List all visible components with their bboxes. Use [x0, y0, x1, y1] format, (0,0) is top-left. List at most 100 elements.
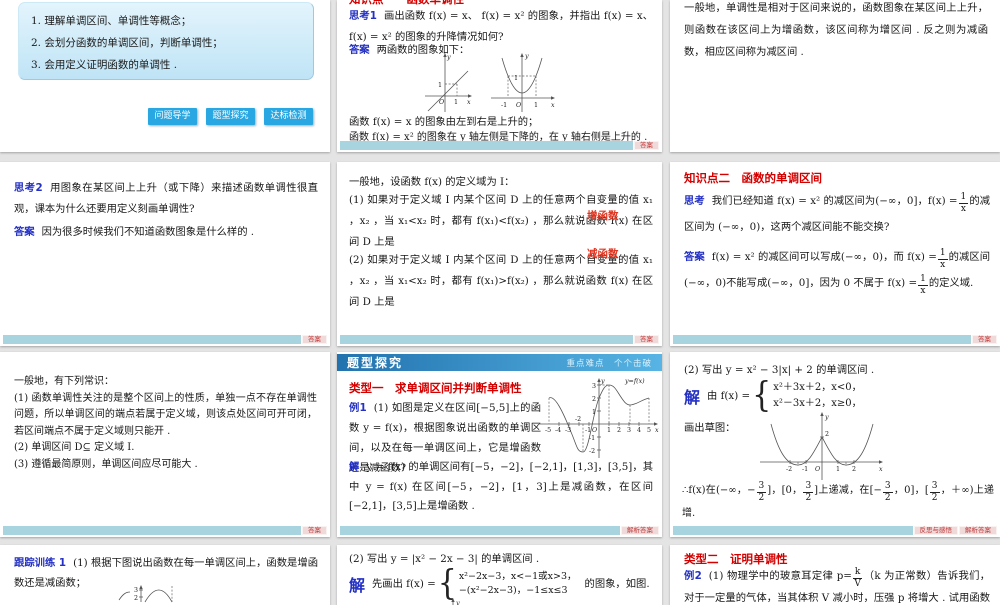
piecewise-cases: x²＋3x＋2，x<0， x²－3x＋2，x≥0，	[773, 380, 861, 412]
slide-knowledge1-think1: 知识点一 函数单调性 思考1画出函数 f(x) = x、 f(x) = x² 的…	[337, 0, 662, 152]
answer-text: 因为很多时候我们不知道函数图象是什么样的 .	[42, 226, 254, 238]
tick-label: 3	[134, 587, 138, 594]
graph-example1-curve: y x O y=f(x) -5 -4 -3 -1 -2 1 2 3 4 5 3 …	[537, 372, 662, 462]
solution-text: y = f(x) 的单调区间有[−5，−2]，[−2,1]，[1,3]，[3,5…	[349, 461, 653, 512]
slide-footer: 答案	[3, 335, 327, 344]
tick-label: -2	[786, 466, 792, 473]
tick-label: -5	[545, 427, 551, 434]
fraction-1-over-x: 1x	[918, 275, 928, 296]
graph-identity-function: y O 1 1 x	[423, 50, 475, 114]
answer-button[interactable]: 答案	[302, 526, 327, 535]
fraction-1-over-x: 1x	[959, 193, 969, 214]
conclusion-part4: ，0]，[	[894, 485, 929, 496]
nav-button-tixing-tanjiu[interactable]: 题型探究	[206, 108, 255, 125]
think1-question: 画出函数 f(x) = x、 f(x) = x² 的图象，并指出 f(x) = …	[349, 10, 653, 43]
part2-question: (2) 写出 y = |x² − 2x − 3| 的单调区间 .	[349, 549, 653, 570]
fraction-3-over-2: 32	[803, 482, 813, 503]
tick-label: 5	[647, 427, 651, 434]
think1-label: 思考1	[349, 10, 377, 22]
piecewise-cases: x²−2x−3，x<−1或x>3， −(x²−2x−3)，−1≤x≤3	[459, 570, 577, 598]
answer-label: 答案	[684, 251, 705, 263]
slide-definition-fill-blank: 一般地，设函数 f(x) 的定义域为 I： (1) 如果对于定义域 I 内某个区…	[337, 162, 662, 346]
slide-monotonic-definition-text: 一般地，单调性是相对于区间来说的，函数图象在某区间上上升，则函数在该区间上为增函…	[670, 0, 1000, 152]
conclusion-part3: ]上递减，在[−	[814, 485, 882, 496]
nav-button-dabiao-jiance[interactable]: 达标检测	[264, 108, 313, 125]
graph-w-curve: y x O 2 -2 -1 1 2	[758, 410, 888, 482]
axis-label-y: y	[446, 54, 451, 61]
fraction-3-over-2: 32	[883, 482, 893, 503]
slide-footer: 答案	[673, 335, 997, 344]
blank-line: ．	[349, 293, 358, 314]
case-1: x²＋3x＋2，x<0，	[773, 380, 861, 396]
goal-item: 1. 理解单调区间、单调性等概念；	[31, 10, 301, 32]
answer-button[interactable]: 答案	[634, 141, 659, 150]
slide-sorter-page: { "colors":{"accent_red":"#d40000","labe…	[0, 0, 1000, 600]
footer-bar	[3, 526, 301, 535]
common-sense-item1: (1) 函数单调性关注的是整个区间上的性质，单独一点不存在单调性问题，所以单调区…	[14, 391, 317, 441]
solution-label: 解	[684, 384, 700, 408]
think-q-part1: 我们已经知道 f(x) = x² 的减区间为(−∞，0]，f(x) =	[712, 195, 958, 207]
brace: {	[752, 379, 771, 414]
solution-prefix: 先画出 f(x) =	[372, 574, 436, 595]
example2-label: 例2	[684, 570, 702, 582]
axis-label-x: x	[467, 99, 471, 106]
origin-label: O	[516, 102, 522, 109]
fraction-k-over-V: kV	[853, 568, 862, 589]
axis-label-x: x	[879, 466, 883, 473]
conclusion-part2: ]，[0，	[767, 485, 802, 496]
graph-square-function: y 1 -1 O 1 x	[489, 50, 559, 114]
footer-bar	[673, 335, 971, 344]
axis-label-y: y	[524, 53, 529, 60]
solution-suffix: 的图象，如图.	[585, 574, 650, 595]
common-sense-item2: (2) 单调区间 D⊆ 定义域 I.	[14, 440, 317, 457]
tick-label: 1	[454, 99, 458, 106]
think2-question: 用图象在某区间上上升（或下降）来描述函数单调性很直观，课本为什么还要用定义刻画单…	[14, 182, 318, 215]
common-sense-intro: 一般地，有下列常识：	[14, 374, 317, 391]
analysis-answer-button[interactable]: 解析答案	[621, 526, 659, 535]
graph-practice-partial: 3 2	[115, 584, 177, 602]
answer-button[interactable]: 答案	[302, 335, 327, 344]
tick-label: -4	[555, 427, 561, 434]
analysis-answer-button[interactable]: 解析答案	[959, 526, 997, 535]
origin-label: O	[815, 466, 821, 473]
tick-label: 2	[852, 466, 856, 473]
conclusion-part1: ∴f(x)在(−∞，−	[682, 485, 756, 496]
section-nav: 问题导学 题型探究 达标检测	[148, 108, 313, 125]
learning-goals-box: 1. 理解单调区间、单调性等概念； 2. 会划分函数的单调区间，判断单调性； 3…	[18, 2, 314, 80]
answer-button[interactable]: 答案	[972, 335, 997, 344]
axis-label-y: y	[600, 378, 605, 385]
knowledge2-title: 知识点二 函数的单调区间	[684, 170, 822, 186]
tick-label: -2	[575, 416, 581, 423]
example1-label: 例1	[349, 402, 367, 414]
tick-label: -2	[589, 448, 595, 455]
origin-label: O	[592, 427, 598, 434]
slide-tracking-practice1-part2: (2) 写出 y = |x² − 2x − 3| 的单调区间 . 解 先画出 f…	[337, 545, 662, 605]
axis-label-y: y	[824, 414, 829, 421]
slide-footer: 答案	[340, 335, 659, 344]
footer-bar	[340, 335, 633, 344]
slide-type2-example2: 类型二 证明单调性 例2(1) 物理学中的玻意耳定律 p=kV（k 为正常数）告…	[670, 545, 1000, 605]
reflection-button[interactable]: 反思与感悟	[914, 526, 959, 535]
origin-label: O	[439, 99, 445, 106]
think-label: 思考	[684, 195, 705, 207]
tick-label: 1	[534, 102, 538, 109]
curve-label: y=f(x)	[624, 378, 645, 385]
part2-question: (2) 写出 y = x² − 3|x| + 2 的单调区间 .	[684, 360, 990, 381]
nav-button-wenti-daoxue[interactable]: 问题导学	[148, 108, 197, 125]
tick-label: -1	[501, 102, 507, 109]
answer-label: 答案	[14, 226, 35, 238]
tick-label: 1	[607, 427, 611, 434]
case-1: x²−2x−3，x<−1或x>3，	[459, 570, 577, 584]
tick-label: 2	[592, 396, 596, 403]
tick-label: 2	[134, 595, 138, 602]
solution-prefix: 由 f(x) =	[707, 386, 750, 407]
answer-button[interactable]: 答案	[634, 335, 659, 344]
slide-knowledge2-intervals: 知识点二 函数的单调区间 思考我们已经知道 f(x) = x² 的减区间为(−∞…	[670, 162, 1000, 346]
solution-label: 解	[349, 461, 359, 473]
section-banner: 题型探究 重点难点 个个击破	[337, 354, 662, 371]
tick-label: 1	[836, 466, 840, 473]
goal-item: 3. 会用定义证明函数的单调性 .	[31, 54, 301, 76]
axis-label-y: y	[455, 600, 460, 605]
footer-bar	[3, 335, 301, 344]
tick-label: 3	[592, 383, 596, 390]
